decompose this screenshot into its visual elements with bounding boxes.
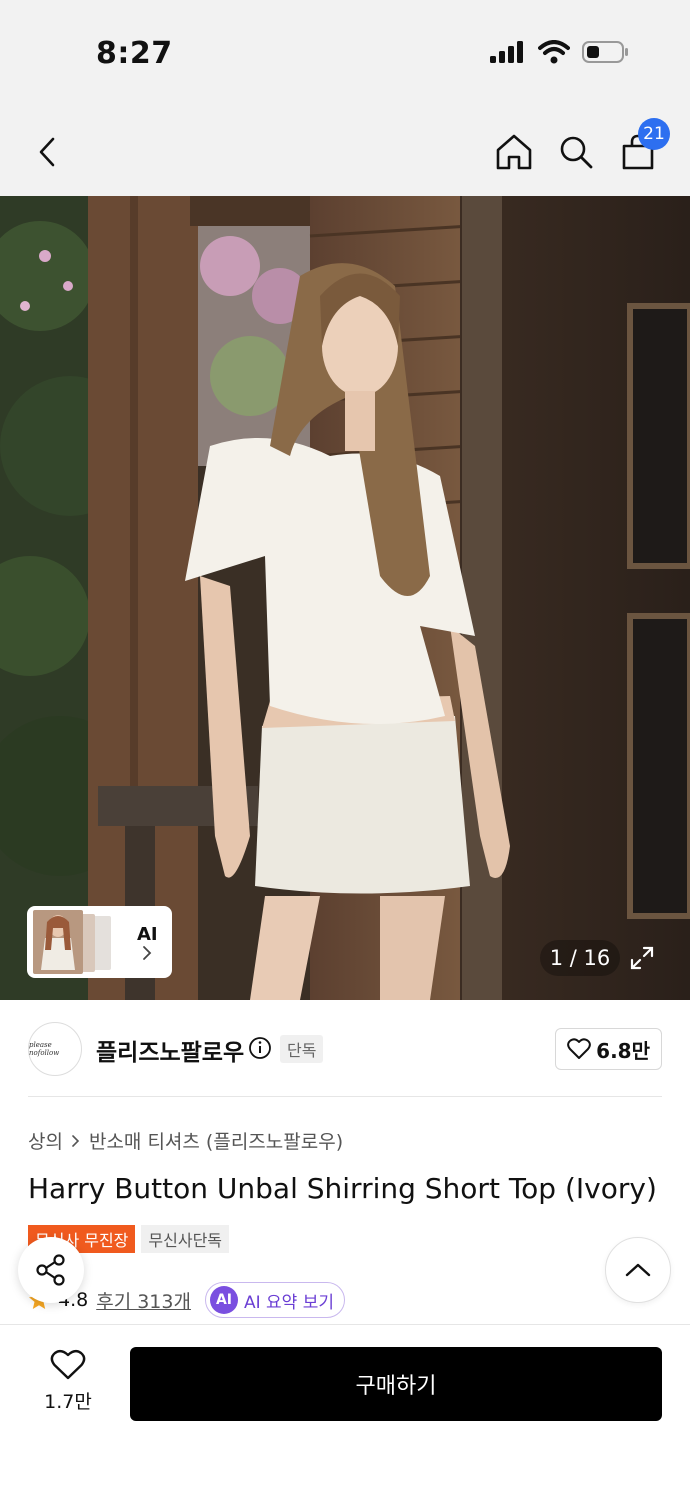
- battery-icon: [582, 41, 628, 63]
- breadcrumb-subcategory[interactable]: 반소매 티셔츠 (플리즈노팔로우): [89, 1127, 343, 1154]
- chevron-right-icon: [72, 1134, 80, 1147]
- product-image[interactable]: [0, 196, 690, 1000]
- product-photo: [0, 196, 690, 1000]
- breadcrumb-category[interactable]: 상의: [28, 1127, 63, 1154]
- breadcrumb: 상의 반소매 티셔츠 (플리즈노팔로우): [28, 1127, 343, 1154]
- cart-button[interactable]: 21: [614, 118, 670, 176]
- musinsa-exclusive-badge: 무신사단독: [141, 1225, 230, 1253]
- chevron-right-icon: [143, 945, 152, 960]
- exclusive-tag: 단독: [280, 1035, 324, 1063]
- status-time: 8:27: [96, 36, 173, 71]
- expand-icon: [630, 946, 654, 970]
- status-bar: 8:27: [0, 0, 690, 110]
- cart-count-badge: 21: [638, 118, 670, 150]
- product-title: Harry Button Unbal Shirring Short Top (I…: [28, 1172, 657, 1205]
- ai-summary-label: AI 요약 보기: [243, 1292, 334, 1313]
- bottom-bar: 1.7만 구매하기: [0, 1324, 690, 1500]
- brand-like-button[interactable]: 6.8만: [555, 1028, 662, 1070]
- wifi-icon: [538, 40, 570, 64]
- thumbnail-images: [31, 910, 131, 974]
- ai-thumbnail-label: AI: [137, 924, 158, 961]
- signal-icon: [490, 41, 523, 63]
- ai-summary-button[interactable]: AI AI 요약 보기: [204, 1282, 345, 1318]
- back-button[interactable]: [24, 128, 72, 176]
- app-header: 21: [0, 110, 690, 196]
- heart-icon: [50, 1349, 86, 1380]
- chevron-up-icon: [625, 1263, 651, 1277]
- brand-row: please nofollow 플리즈노팔로우 단독 6.8만: [0, 1000, 690, 1096]
- wishlist-button[interactable]: 1.7만: [36, 1349, 100, 1414]
- search-button[interactable]: [552, 128, 600, 176]
- search-icon: [560, 136, 593, 169]
- ai-similar-thumbnail-card[interactable]: AI: [27, 906, 172, 978]
- share-button[interactable]: [18, 1237, 84, 1303]
- heart-icon: [567, 1038, 592, 1059]
- brand-logo[interactable]: please nofollow: [28, 1022, 82, 1076]
- brand-like-count: 6.8만: [596, 1038, 650, 1063]
- expand-button[interactable]: [622, 940, 662, 976]
- divider: [28, 1096, 662, 1097]
- share-icon: [36, 1254, 65, 1286]
- ai-icon: AI: [209, 1286, 238, 1314]
- home-button[interactable]: [490, 128, 538, 176]
- wishlist-count: 1.7만: [44, 1391, 92, 1413]
- buy-button[interactable]: 구매하기: [130, 1347, 662, 1421]
- status-icons: [490, 40, 630, 64]
- scroll-top-button[interactable]: [605, 1237, 671, 1303]
- info-icon[interactable]: [248, 1036, 272, 1060]
- image-counter: 1 / 16: [540, 940, 620, 976]
- back-icon: [39, 137, 55, 167]
- home-icon: [496, 134, 532, 170]
- review-count-link[interactable]: 후기 313개: [96, 1287, 191, 1314]
- brand-name[interactable]: 플리즈노팔로우: [96, 1033, 244, 1067]
